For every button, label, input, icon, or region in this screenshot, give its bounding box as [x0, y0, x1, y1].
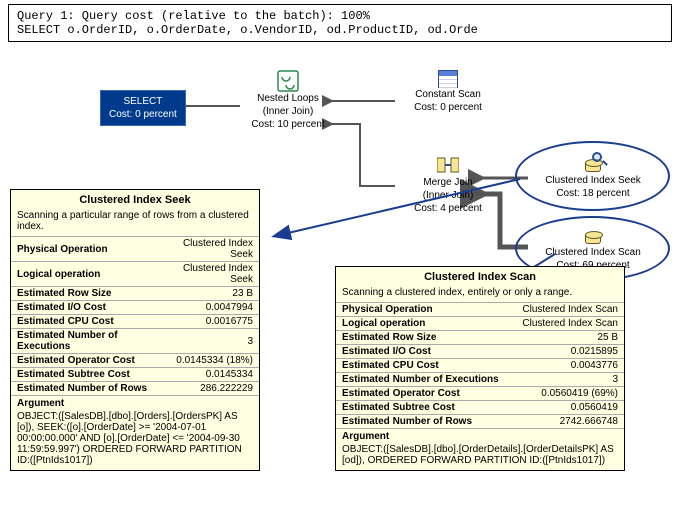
property-row: Physical OperationClustered Index Seek [11, 237, 259, 262]
property-row: Estimated Number of Executions3 [11, 329, 259, 354]
plan-node-select[interactable]: SELECT Cost: 0 percent [100, 90, 186, 126]
node-cost: Cost: 10 percent [238, 118, 338, 131]
tooltip-argument: OBJECT:([SalesDB].[dbo].[Orders].[Orders… [11, 411, 259, 470]
constant-scan-icon [398, 70, 498, 88]
tooltip-clustered-index-scan: Clustered Index Scan Scanning a clustere… [335, 266, 625, 471]
tooltip-argument-label: Argument [11, 395, 259, 411]
tooltip-title: Clustered Index Scan [336, 267, 624, 287]
node-label: Merge Join [398, 176, 498, 189]
node-cost: Cost: 4 percent [398, 202, 498, 215]
property-row: Estimated Subtree Cost0.0560419 [336, 401, 624, 415]
node-cost: Cost: 0 percent [109, 108, 177, 121]
tooltip-argument-label: Argument [336, 428, 624, 444]
property-row: Estimated Number of Rows2742.666748 [336, 415, 624, 429]
node-sublabel: (Inner Join) [238, 105, 338, 118]
node-cost: Cost: 0 percent [398, 101, 498, 114]
query-header: Query 1: Query cost (relative to the bat… [8, 4, 672, 42]
node-label: Clustered Index Scan [528, 246, 658, 259]
plan-node-clustered-index-seek[interactable]: Clustered Index Seek Cost: 18 percent [528, 152, 658, 200]
property-row: Estimated Subtree Cost0.0145334 [11, 368, 259, 382]
node-label: SELECT [109, 95, 177, 108]
tooltip-clustered-index-seek: Clustered Index Seek Scanning a particul… [10, 189, 260, 471]
nested-loops-icon [277, 70, 299, 92]
tooltip-properties: Physical OperationClustered Index SeekLo… [11, 236, 259, 395]
node-label: Nested Loops [238, 92, 338, 105]
property-row: Estimated I/O Cost0.0047994 [11, 301, 259, 315]
tooltip-title: Clustered Index Seek [11, 190, 259, 210]
property-row: Physical OperationClustered Index Scan [336, 303, 624, 317]
property-row: Estimated Number of Rows286.222229 [11, 382, 259, 396]
node-label: Clustered Index Seek [528, 174, 658, 187]
query-text: SELECT o.OrderID, o.OrderDate, o.VendorI… [17, 23, 478, 37]
property-row: Estimated Number of Executions3 [336, 373, 624, 387]
plan-node-nested-loops[interactable]: Nested Loops (Inner Join) Cost: 10 perce… [238, 70, 338, 131]
property-row: Estimated Row Size25 B [336, 331, 624, 345]
property-row: Estimated CPU Cost0.0043776 [336, 359, 624, 373]
node-sublabel: (Inner Join) [398, 189, 498, 202]
node-label: Constant Scan [398, 88, 498, 101]
property-row: Logical operationClustered Index Scan [336, 317, 624, 331]
property-row: Estimated Operator Cost0.0145334 (18%) [11, 354, 259, 368]
clustered-index-scan-icon [582, 224, 604, 246]
tooltip-desc: Scanning a particular range of rows from… [11, 210, 259, 236]
merge-join-icon [437, 154, 459, 176]
plan-node-clustered-index-scan[interactable]: Clustered Index Scan Cost: 69 percent [528, 224, 658, 272]
node-cost: Cost: 18 percent [528, 187, 658, 200]
query-title: Query 1: Query cost (relative to the bat… [17, 9, 370, 23]
property-row: Logical operationClustered Index Seek [11, 262, 259, 287]
property-row: Estimated CPU Cost0.0016775 [11, 315, 259, 329]
property-row: Estimated Row Size23 B [11, 287, 259, 301]
plan-node-merge-join[interactable]: Merge Join (Inner Join) Cost: 4 percent [398, 154, 498, 215]
property-row: Estimated Operator Cost0.0560419 (69%) [336, 387, 624, 401]
tooltip-properties: Physical OperationClustered Index ScanLo… [336, 302, 624, 428]
property-row: Estimated I/O Cost0.0215895 [336, 345, 624, 359]
clustered-index-seek-icon [582, 152, 604, 174]
plan-node-constant-scan[interactable]: Constant Scan Cost: 0 percent [398, 70, 498, 114]
tooltip-desc: Scanning a clustered index, entirely or … [336, 287, 624, 302]
tooltip-argument: OBJECT:([SalesDB].[dbo].[OrderDetails].[… [336, 444, 624, 470]
